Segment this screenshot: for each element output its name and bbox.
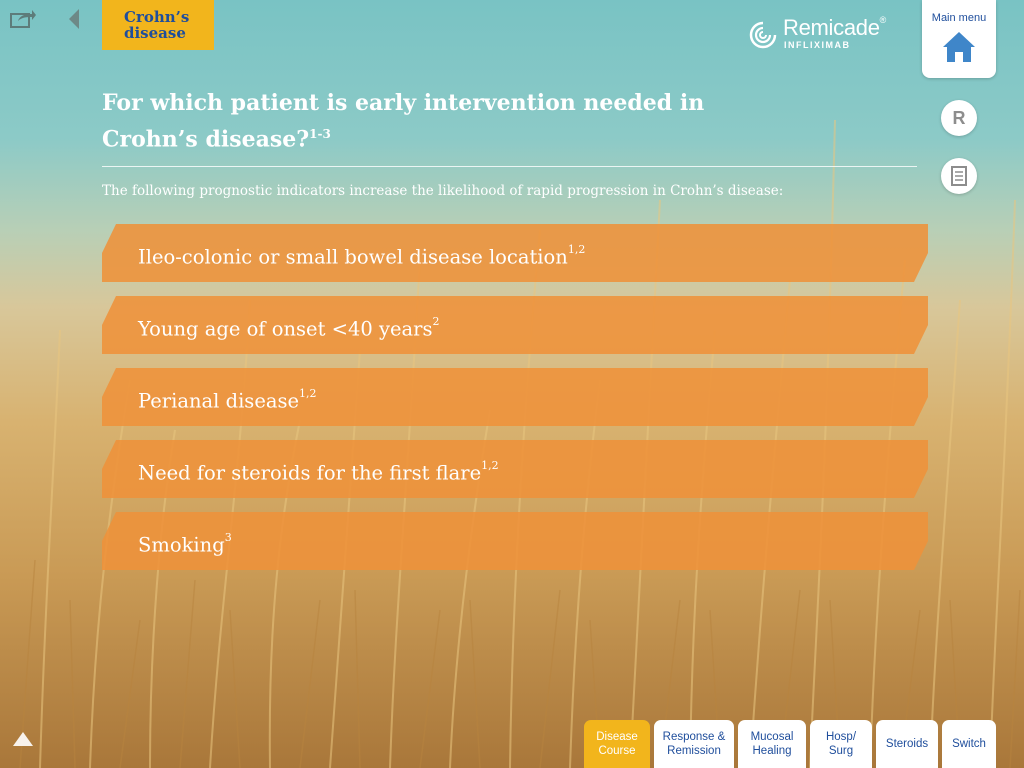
reference-button[interactable]: R bbox=[941, 100, 977, 136]
prognostic-item: Young age of onset <40 years2 bbox=[102, 296, 928, 354]
prognostic-item: Perianal disease1,2 bbox=[102, 368, 928, 426]
title-divider bbox=[102, 166, 917, 167]
section-tag: Crohn’s disease bbox=[102, 0, 214, 50]
prognostic-item: Smoking3 bbox=[102, 512, 928, 570]
intro-text: The following prognostic indicators incr… bbox=[102, 183, 784, 199]
page-title: For which patient is early intervention … bbox=[102, 90, 705, 153]
document-button[interactable] bbox=[941, 158, 977, 194]
prognostic-item: Need for steroids for the first flare1,2 bbox=[102, 440, 928, 498]
main-menu-button[interactable]: Main menu bbox=[922, 0, 996, 78]
main-menu-label: Main menu bbox=[931, 12, 987, 24]
logo-subtitle: INFLIXIMAB bbox=[784, 40, 851, 50]
logo-wordmark: Remicade® bbox=[783, 15, 886, 40]
tab-response-remission[interactable]: Response & Remission bbox=[654, 720, 734, 768]
remicade-logo: Remicade® INFLIXIMAB bbox=[748, 15, 898, 55]
reference-icon: R bbox=[952, 108, 966, 128]
prognostic-item: Ileo-colonic or small bowel disease loca… bbox=[102, 224, 928, 282]
home-icon bbox=[943, 32, 975, 62]
back-arrow-icon[interactable] bbox=[66, 8, 82, 30]
tab-switch[interactable]: Switch bbox=[942, 720, 996, 768]
title-reference: 1-3 bbox=[309, 127, 331, 141]
tab-hosp-surg[interactable]: Hosp/ Surg bbox=[810, 720, 872, 768]
tab-disease-course[interactable]: Disease Course bbox=[584, 720, 650, 768]
document-icon bbox=[951, 166, 967, 186]
remicade-logo-icon bbox=[749, 21, 777, 49]
share-icon[interactable] bbox=[10, 8, 36, 28]
tab-steroids[interactable]: Steroids bbox=[876, 720, 938, 768]
tab-mucosal-healing[interactable]: Mucosal Healing bbox=[738, 720, 806, 768]
scroll-up-icon[interactable] bbox=[12, 730, 34, 748]
